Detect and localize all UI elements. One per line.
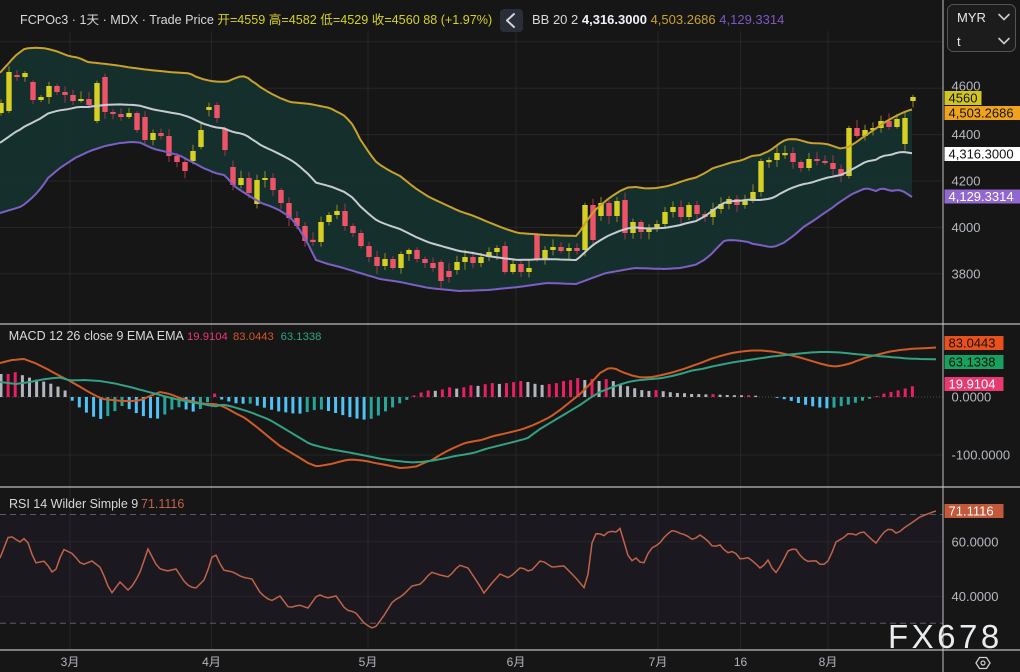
svg-text:RSI 14 Wilder Simple 9: RSI 14 Wilder Simple 9	[9, 497, 138, 511]
svg-text:BB 20 2 4,316.3000 4,503.268: BB 20 2 4,316.3000 4,503.2686 4,129.3314	[532, 12, 784, 27]
svg-text:3月: 3月	[61, 655, 80, 669]
svg-text:4200: 4200	[952, 174, 981, 189]
svg-text:4月: 4月	[202, 655, 221, 669]
svg-text:71.1116: 71.1116	[949, 504, 994, 519]
svg-text:6月: 6月	[507, 655, 526, 669]
svg-text:-100.0000: -100.0000	[952, 448, 1011, 463]
svg-text:MYR: MYR	[957, 10, 986, 25]
svg-text:40.0000: 40.0000	[952, 589, 999, 604]
svg-text:71.1116: 71.1116	[141, 497, 184, 511]
svg-text:0.0000: 0.0000	[952, 390, 992, 405]
svg-text:FX678: FX678	[888, 618, 1003, 655]
svg-text:7月: 7月	[649, 655, 668, 669]
svg-text:83.0443: 83.0443	[949, 336, 996, 351]
svg-text:3800: 3800	[952, 266, 981, 281]
svg-text:60.0000: 60.0000	[952, 534, 999, 549]
svg-text:MACD 12 26 close 9 EMA EMA: MACD 12 26 close 9 EMA EMA	[9, 329, 185, 343]
svg-text:63.1338: 63.1338	[949, 355, 996, 370]
svg-text:FCPOc3 · 1天 · MDX · Trade Pric: FCPOc3 · 1天 · MDX · Trade Price 开=4559 高…	[20, 12, 492, 27]
svg-text:83.0443: 83.0443	[233, 331, 274, 343]
svg-text:5月: 5月	[359, 655, 378, 669]
svg-text:4,316.3000: 4,316.3000	[949, 147, 1014, 162]
svg-text:t: t	[957, 34, 961, 49]
svg-text:63.1338: 63.1338	[281, 331, 322, 343]
svg-text:4,129.3314: 4,129.3314	[949, 189, 1014, 204]
svg-text:19.9104: 19.9104	[187, 331, 228, 343]
svg-text:16: 16	[734, 655, 748, 669]
svg-text:8月: 8月	[819, 655, 838, 669]
svg-text:4,503.2686: 4,503.2686	[949, 106, 1014, 121]
svg-text:4000: 4000	[952, 220, 981, 235]
svg-text:4560: 4560	[949, 91, 978, 106]
svg-text:4400: 4400	[952, 127, 981, 142]
